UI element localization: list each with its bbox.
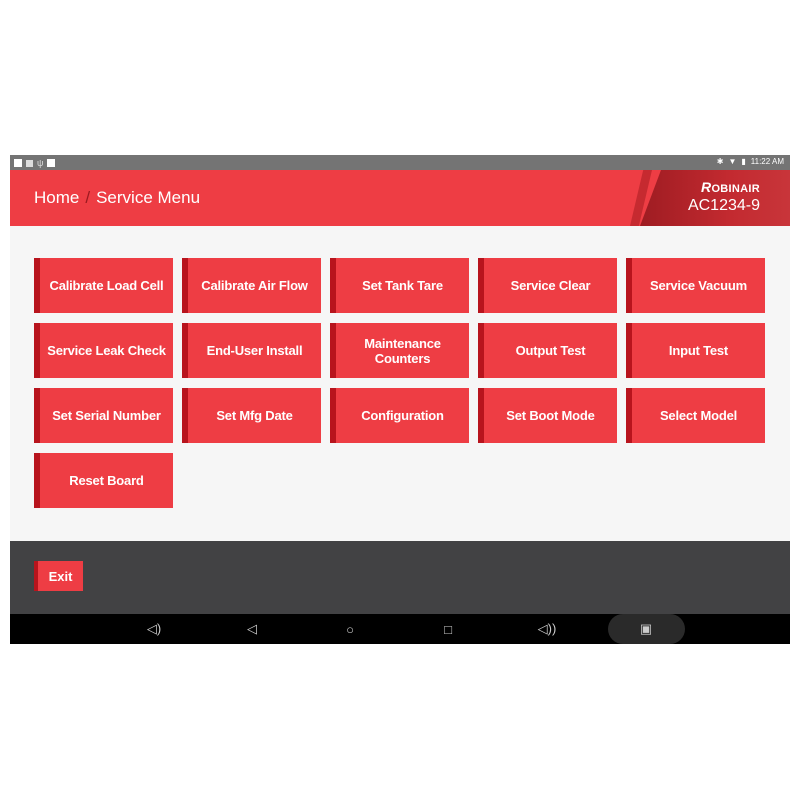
service-leak-check-button[interactable]: Service Leak Check — [34, 323, 173, 378]
maintenance-counters-button[interactable]: Maintenance Counters — [330, 323, 469, 378]
notification-square-icon — [47, 159, 56, 167]
status-bar: ψ ✱ ▼ ▮ 11:22 AM — [10, 155, 790, 170]
back-icon[interactable]: ◁ — [244, 621, 260, 637]
recents-icon[interactable]: □ — [440, 621, 456, 637]
notification-square-icon — [14, 159, 22, 167]
volume-down-icon[interactable]: ◁) — [146, 621, 162, 637]
brand-panel: ROBINAIR AC1234-9 — [640, 170, 790, 226]
set-mfg-date-button[interactable]: Set Mfg Date — [182, 388, 321, 443]
service-clear-button[interactable]: Service Clear — [478, 258, 617, 313]
service-vacuum-button[interactable]: Service Vacuum — [626, 258, 765, 313]
exit-button[interactable]: Exit — [34, 561, 83, 591]
set-boot-mode-button[interactable]: Set Boot Mode — [478, 388, 617, 443]
screenshot-icon[interactable]: ▣ — [638, 621, 654, 637]
set-serial-number-button[interactable]: Set Serial Number — [34, 388, 173, 443]
breadcrumb-separator: / — [85, 188, 91, 207]
footer-bar: Exit — [10, 541, 790, 614]
calibrate-air-flow-button[interactable]: Calibrate Air Flow — [182, 258, 321, 313]
wifi-icon: ▼ — [728, 157, 737, 166]
output-test-button[interactable]: Output Test — [478, 323, 617, 378]
reset-board-button[interactable]: Reset Board — [34, 453, 173, 508]
volume-up-icon[interactable]: ◁)) — [538, 621, 557, 637]
breadcrumb: Home / Service Menu — [34, 188, 200, 208]
configuration-button[interactable]: Configuration — [330, 388, 469, 443]
home-icon[interactable]: ○ — [342, 621, 358, 637]
calibrate-load-cell-button[interactable]: Calibrate Load Cell — [34, 258, 173, 313]
select-model-button[interactable]: Select Model — [626, 388, 765, 443]
usb-icon: ψ — [37, 158, 44, 168]
device-screen: ψ ✱ ▼ ▮ 11:22 AM Home / Service Menu ROBIN… — [10, 155, 790, 644]
app-header: Home / Service Menu ROBINAIR AC1234-9 — [10, 170, 790, 226]
input-test-button[interactable]: Input Test — [626, 323, 765, 378]
battery-icon: ▮ — [741, 157, 746, 166]
bluetooth-icon: ✱ — [716, 157, 724, 166]
model-label: AC1234-9 — [687, 197, 760, 214]
breadcrumb-current: Service Menu — [96, 188, 201, 207]
breadcrumb-home[interactable]: Home — [34, 188, 79, 207]
end-user-install-button[interactable]: End-User Install — [182, 323, 321, 378]
android-nav-bar: ◁) ◁ ○ □ ◁)) ▣ — [10, 614, 790, 644]
brand-logo: ROBINAIR — [701, 179, 760, 195]
image-icon — [26, 159, 33, 167]
clock: 11:22 AM — [750, 157, 784, 166]
set-tank-tare-button[interactable]: Set Tank Tare — [330, 258, 469, 313]
